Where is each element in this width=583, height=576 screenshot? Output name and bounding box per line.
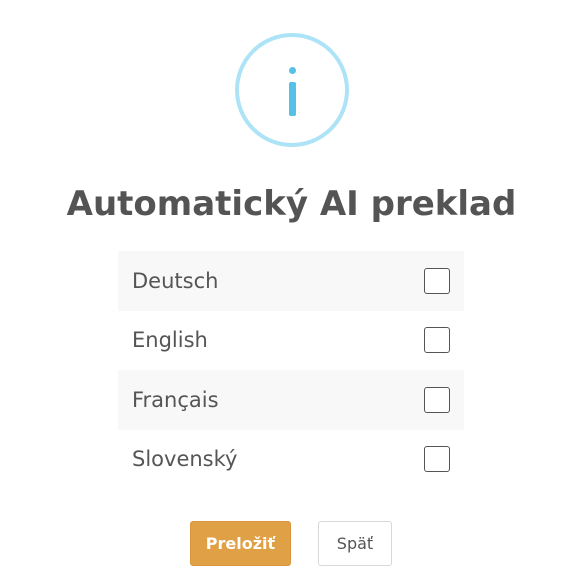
language-row-deutsch[interactable]: Deutsch: [118, 251, 464, 311]
language-list: Deutsch English Français Slovenský: [118, 251, 464, 489]
back-button[interactable]: Späť: [318, 521, 392, 566]
language-label: Slovenský: [132, 447, 238, 472]
translate-button[interactable]: Preložiť: [190, 521, 291, 566]
info-icon-dot: [289, 67, 296, 74]
language-row-english[interactable]: English: [118, 311, 464, 371]
language-checkbox[interactable]: [424, 327, 450, 354]
language-row-francais[interactable]: Français: [118, 370, 464, 430]
language-label: Deutsch: [132, 268, 219, 293]
dialog-title: Automatický AI preklad: [66, 184, 517, 224]
info-icon: [235, 33, 349, 147]
language-row-slovensky[interactable]: Slovenský: [118, 430, 464, 490]
language-checkbox[interactable]: [424, 267, 450, 294]
language-checkbox[interactable]: [424, 446, 450, 473]
info-icon-bar: [289, 82, 296, 116]
language-checkbox[interactable]: [424, 386, 450, 413]
language-label: Français: [132, 387, 219, 412]
language-label: English: [132, 328, 208, 353]
